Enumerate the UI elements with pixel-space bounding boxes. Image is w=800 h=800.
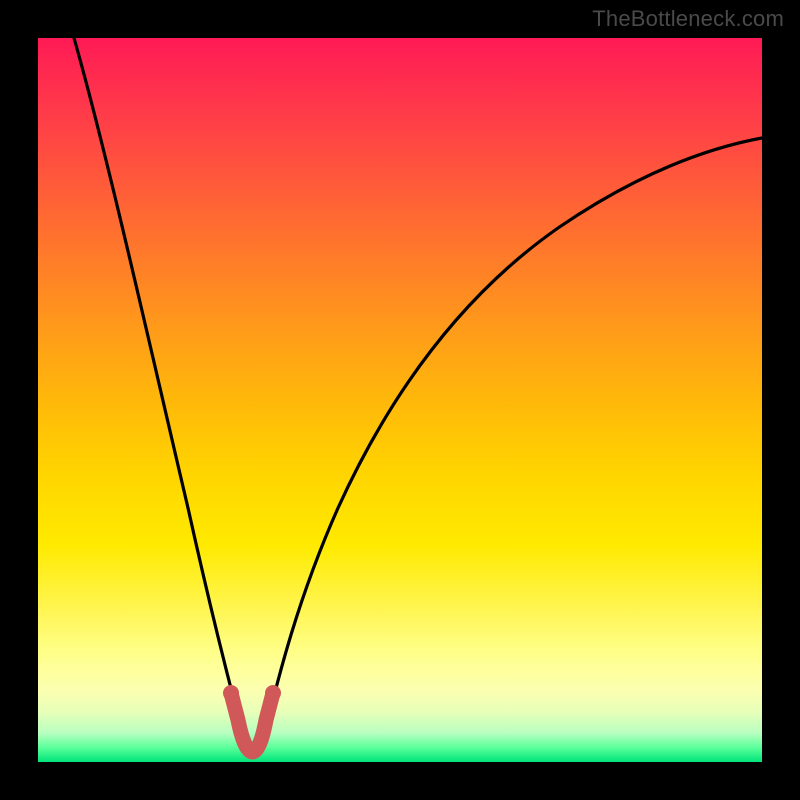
curve-left-branch	[74, 38, 243, 736]
curve-group	[74, 38, 762, 752]
curve-right-branch	[264, 138, 762, 736]
valley-end-right-dot	[265, 685, 281, 701]
plot-area	[38, 38, 762, 762]
valley-end-left-dot	[223, 685, 239, 701]
watermark-text: TheBottleneck.com	[592, 6, 784, 32]
valley-highlight	[231, 693, 273, 752]
chart-svg	[38, 38, 762, 762]
chart-frame: TheBottleneck.com	[0, 0, 800, 800]
